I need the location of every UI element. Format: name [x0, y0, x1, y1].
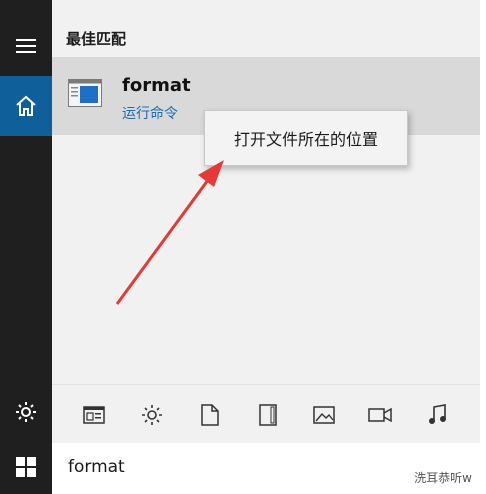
- scroll-edge: [480, 0, 486, 494]
- hamburger-menu-button[interactable]: [0, 16, 52, 76]
- context-menu: 打开文件所在的位置: [204, 110, 408, 166]
- filter-videos-button[interactable]: [368, 403, 392, 427]
- filter-folders-button[interactable]: [256, 403, 280, 427]
- settings-rail-button[interactable]: [0, 382, 52, 442]
- left-rail: [0, 0, 52, 494]
- filter-documents-button[interactable]: [198, 403, 222, 427]
- best-match-heading: 最佳匹配: [66, 30, 127, 48]
- run-command-app-icon: [68, 79, 102, 107]
- windows-logo-icon: [16, 457, 36, 477]
- search-results-panel: 最佳匹配 format 运行命令 打开文件所在的位置 format: [52, 0, 486, 494]
- filter-music-button[interactable]: [426, 403, 450, 427]
- home-button[interactable]: [0, 76, 52, 136]
- filter-photos-button[interactable]: [312, 403, 336, 427]
- filter-settings-button[interactable]: [140, 403, 164, 427]
- music-icon: [429, 404, 446, 424]
- folder-icon: [259, 404, 277, 426]
- photo-icon: [313, 406, 335, 424]
- video-icon: [368, 407, 392, 423]
- result-title: format: [122, 75, 191, 96]
- open-file-location-menu-item[interactable]: 打开文件所在的位置: [205, 111, 407, 165]
- settings-icon: [142, 405, 162, 425]
- start-button[interactable]: [0, 440, 52, 494]
- apps-icon: [83, 406, 105, 424]
- document-icon: [201, 404, 219, 426]
- search-input[interactable]: format: [68, 457, 125, 477]
- watermark-text: 洗耳恭听w: [414, 471, 472, 485]
- home-icon: [16, 95, 36, 116]
- filter-apps-button[interactable]: [82, 403, 106, 427]
- gear-icon: [16, 402, 36, 422]
- result-subtitle: 运行命令: [122, 106, 178, 122]
- hamburger-icon: [16, 39, 36, 53]
- filter-bar: [52, 384, 480, 443]
